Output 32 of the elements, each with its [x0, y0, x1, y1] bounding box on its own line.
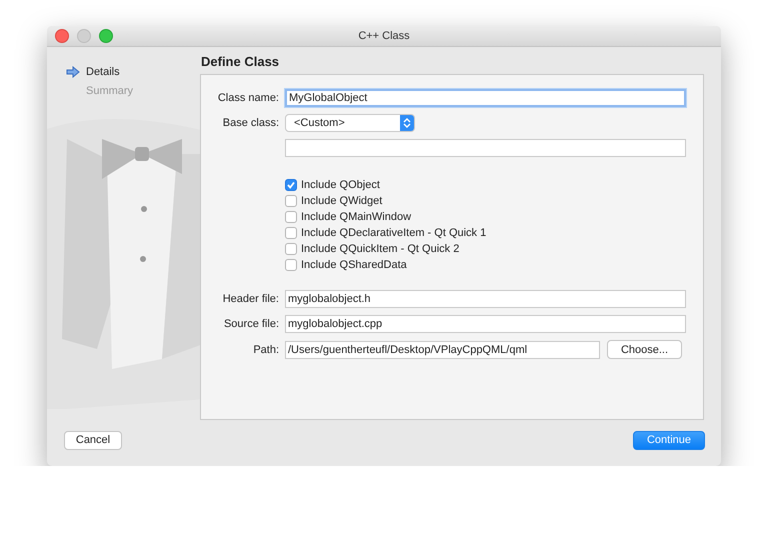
- checkbox-label: Include QWidget: [301, 195, 382, 207]
- checkbox-label: Include QSharedData: [301, 259, 407, 271]
- checkbox[interactable]: [285, 179, 297, 191]
- checkbox-label: Include QObject: [301, 179, 380, 191]
- text-field[interactable]: [285, 139, 686, 157]
- window-title: C++ Class: [357, 30, 411, 42]
- text-field[interactable]: myglobalobject.cpp: [285, 315, 686, 333]
- checkbox[interactable]: [285, 243, 297, 255]
- checkbox[interactable]: [285, 259, 297, 271]
- path-field[interactable]: /Users/guentherteufl/Desktop/VPlayCppQML/qml: [285, 340, 600, 358]
- checkbox-label: Include QQuickItem - Qt Quick 2: [301, 243, 460, 255]
- field-label: Source file:: [222, 318, 279, 330]
- field-label: Class name:: [216, 92, 279, 104]
- checkbox[interactable]: [285, 211, 297, 223]
- page-title: Define Class: [200, 54, 280, 71]
- checkbox[interactable]: [285, 195, 297, 207]
- text-field[interactable]: MyGlobalObject: [285, 89, 686, 107]
- step-label[interactable]: Details: [86, 66, 120, 78]
- close-icon[interactable]: [55, 29, 69, 43]
- field-label: Header file:: [222, 293, 279, 305]
- cancel-button[interactable]: Cancel: [64, 430, 122, 450]
- base-class-dropdown[interactable]: <Custom>: [285, 114, 415, 132]
- minimize-icon[interactable]: [77, 29, 91, 43]
- dropdown-arrows-icon: [400, 115, 414, 131]
- checkbox-label: Include QMainWindow: [301, 211, 412, 223]
- checkbox[interactable]: [285, 227, 297, 239]
- checkbox-label: Include QDeclarativeItem - Qt Quick 1: [301, 227, 486, 239]
- choose-button[interactable]: Choose...: [607, 340, 682, 359]
- field-label: Path:: [252, 344, 279, 356]
- zoom-icon[interactable]: [99, 29, 113, 43]
- text-field[interactable]: myglobalobject.h: [285, 290, 686, 308]
- field-label: Base class:: [222, 117, 279, 129]
